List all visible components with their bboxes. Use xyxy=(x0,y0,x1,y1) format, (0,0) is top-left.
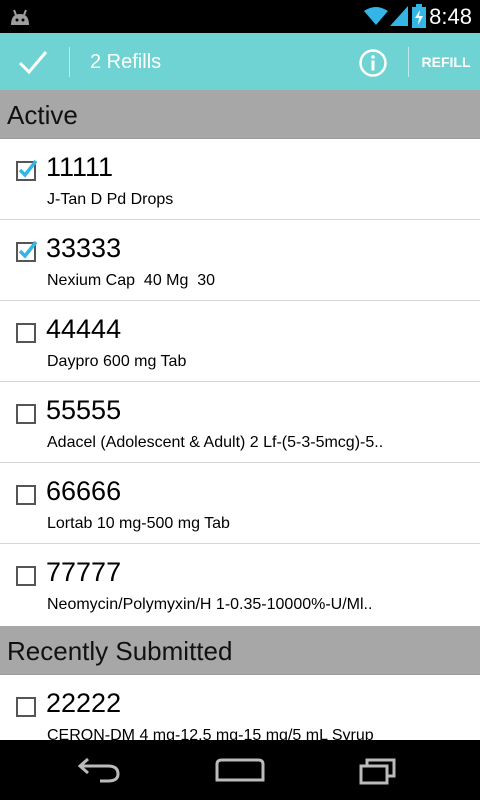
action-bar: 2 Refills REFILL xyxy=(0,33,480,90)
rx-list-item[interactable]: 55555 Adacel (Adolescent & Adult) 2 Lf-(… xyxy=(0,382,480,463)
recent-apps-button[interactable] xyxy=(358,754,398,791)
signal-icon xyxy=(390,6,408,26)
rx-drug-name: Daypro 600 mg Tab xyxy=(47,353,187,370)
confirm-button[interactable] xyxy=(10,41,56,83)
rx-drug-name: Nexium Cap 40 Mg 30 xyxy=(47,272,216,289)
rx-number: 22222 xyxy=(46,688,122,718)
android-icon xyxy=(11,9,29,25)
action-bar-divider xyxy=(69,47,70,77)
rx-number: 11111 xyxy=(46,152,114,182)
section-header-active: Active xyxy=(0,90,480,139)
rx-list-item[interactable]: 44444 Daypro 600 mg Tab xyxy=(0,301,480,382)
home-icon xyxy=(215,758,265,782)
action-bar-divider xyxy=(408,47,409,77)
wifi-icon xyxy=(364,7,388,25)
status-bar: 8:48 xyxy=(0,0,480,33)
rx-drug-name: CERON-DM 4 mg-12.5 mg-15 mg/5 mL Syrup xyxy=(47,727,374,740)
rx-number: 66666 xyxy=(46,476,122,506)
rx-list-item[interactable]: 66666 Lortab 10 mg-500 mg Tab xyxy=(0,463,480,544)
check-icon xyxy=(18,51,48,75)
checkbox-unchecked[interactable] xyxy=(16,321,38,343)
battery-charging-icon xyxy=(412,4,426,28)
status-clock: 8:48 xyxy=(429,4,472,29)
rx-list-item[interactable]: 22222 CERON-DM 4 mg-12.5 mg-15 mg/5 mL S… xyxy=(0,675,480,740)
section-header-recently-submitted: Recently Submitted xyxy=(0,626,480,675)
rx-list-item[interactable]: 11111 J-Tan D Pd Drops xyxy=(0,139,480,220)
rx-number: 44444 xyxy=(46,314,122,344)
refill-button[interactable]: REFILL xyxy=(416,49,476,75)
home-button[interactable] xyxy=(214,756,266,789)
checkbox-unchecked[interactable] xyxy=(16,564,38,586)
info-icon xyxy=(359,49,387,77)
info-button[interactable] xyxy=(357,47,389,79)
rx-number: 33333 xyxy=(46,233,122,263)
navigation-bar xyxy=(0,740,480,800)
back-icon xyxy=(77,757,120,783)
rx-drug-name: J-Tan D Pd Drops xyxy=(47,191,174,208)
section-title: Recently Submitted xyxy=(7,636,233,666)
rx-drug-name: Neomycin/Polymyxin/H 1-0.35-10000%-U/Ml.… xyxy=(47,596,373,613)
checkbox-unchecked[interactable] xyxy=(16,402,38,424)
rx-number: 77777 xyxy=(46,557,122,587)
checkbox-checked[interactable] xyxy=(16,240,38,262)
action-bar-title: 2 Refills xyxy=(90,51,162,73)
recent-apps-icon xyxy=(359,758,396,785)
rx-number: 55555 xyxy=(46,395,122,425)
rx-drug-name: Adacel (Adolescent & Adult) 2 Lf-(5-3-5m… xyxy=(47,434,384,451)
section-title: Active xyxy=(7,100,78,130)
rx-list-item[interactable]: 77777 Neomycin/Polymyxin/H 1-0.35-10000%… xyxy=(0,544,480,625)
rx-list-item[interactable]: 33333 Nexium Cap 40 Mg 30 xyxy=(0,220,480,301)
checkbox-unchecked[interactable] xyxy=(16,483,38,505)
checkbox-checked[interactable] xyxy=(16,159,38,181)
back-button[interactable] xyxy=(76,756,122,789)
checkbox-unchecked[interactable] xyxy=(16,695,38,717)
rx-drug-name: Lortab 10 mg-500 mg Tab xyxy=(47,515,230,532)
